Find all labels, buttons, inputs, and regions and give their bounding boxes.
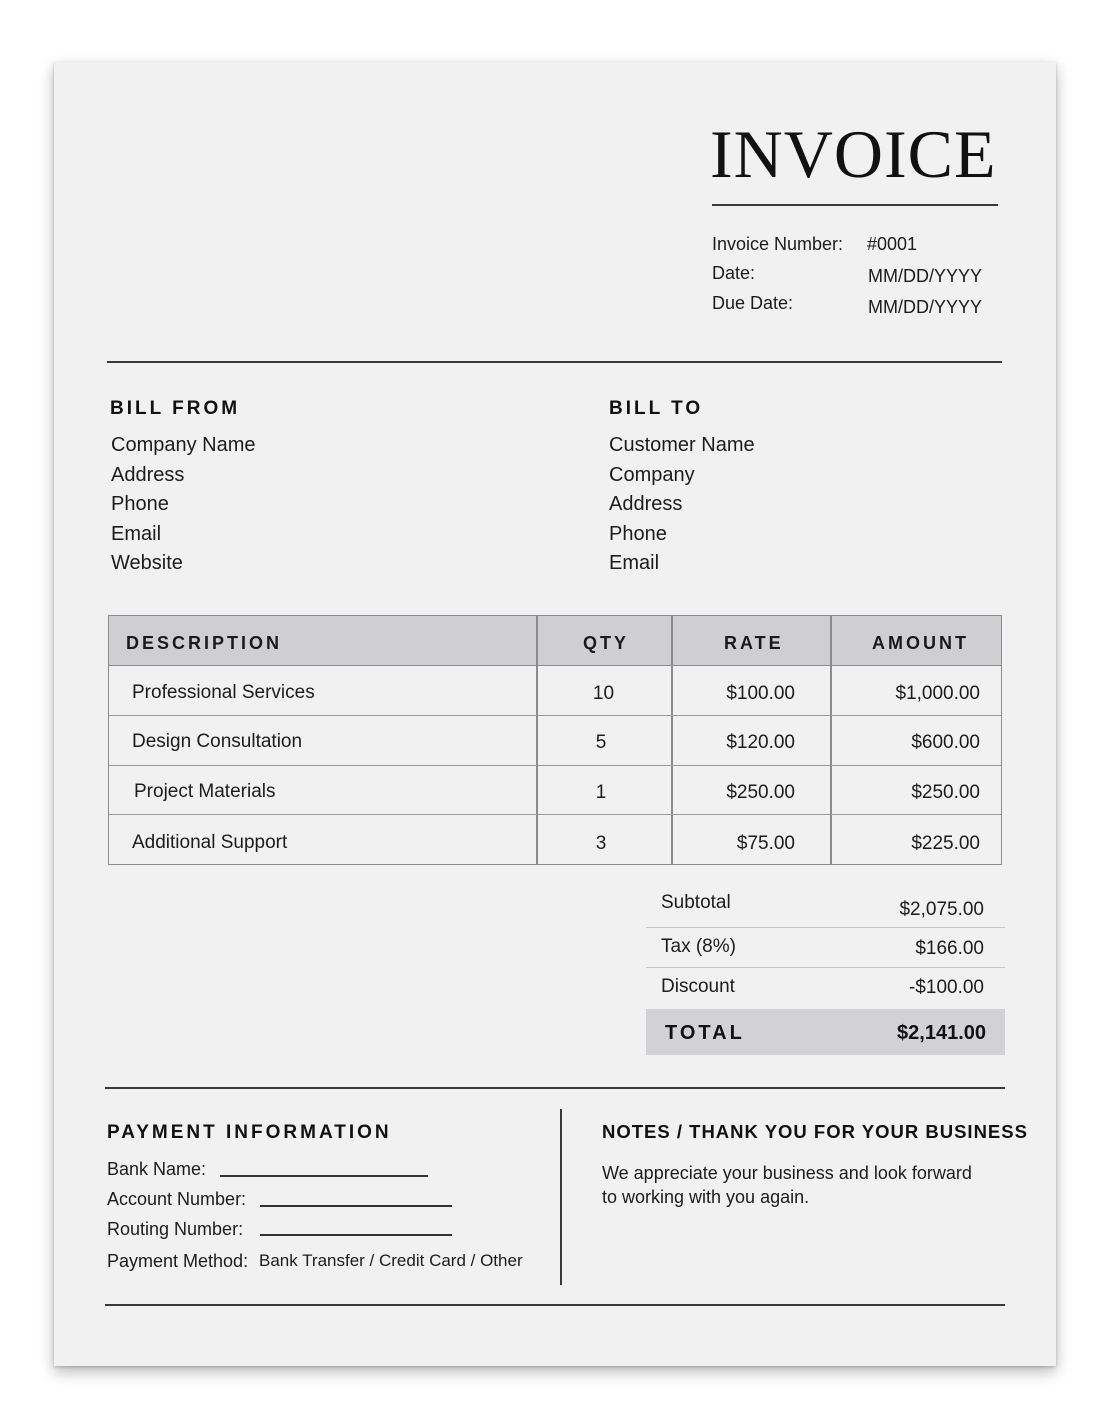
item-description: Design Consultation <box>132 731 303 752</box>
item-qty: 10 <box>592 683 615 704</box>
row-divider <box>109 814 1001 815</box>
bill-from-line: Phone <box>111 493 169 515</box>
due-date-label: Due Date: <box>712 293 794 313</box>
column-header-amount: AMOUNT <box>872 633 969 653</box>
bill-to-line: Email <box>609 552 660 574</box>
item-amount: $1,000.00 <box>895 683 980 704</box>
bill-from-line: Address <box>111 463 185 486</box>
bill-to-line: Customer Name <box>609 434 755 456</box>
routing-number-blank <box>260 1234 452 1236</box>
bank-name-label: Bank Name: <box>107 1159 207 1179</box>
bill-from-line: Email <box>111 522 162 545</box>
line-items-table: DESCRIPTION QTY RATE AMOUNT Professional… <box>108 615 1002 865</box>
item-rate: $100.00 <box>726 683 795 704</box>
totals-divider <box>646 927 1005 928</box>
header-divider <box>107 361 1002 363</box>
invoice-title: INVOICE <box>710 116 997 192</box>
total-label: TOTAL <box>665 1022 745 1044</box>
total-row: TOTAL $2,141.00 <box>646 1009 1005 1055</box>
totals-divider <box>646 967 1005 968</box>
bill-from-line: Website <box>111 552 183 574</box>
bank-name-blank <box>220 1175 428 1177</box>
date-label: Date: <box>712 263 756 283</box>
item-qty: 1 <box>595 782 607 803</box>
date-value: MM/DD/YYYY <box>868 266 983 286</box>
notes-line: We appreciate your business and look for… <box>602 1163 972 1183</box>
bill-to-line: Phone <box>609 522 667 545</box>
account-number-blank <box>260 1205 452 1207</box>
total-value: $2,141.00 <box>897 1022 986 1044</box>
invoice-paper: INVOICE Invoice Number: #0001 Date: MM/D… <box>54 62 1056 1366</box>
payment-method-options: Bank Transfer / Credit Card / Other <box>259 1251 523 1270</box>
footer-column-divider <box>560 1109 562 1285</box>
footer-top-divider <box>105 1087 1005 1089</box>
payment-method-label: Payment Method: <box>107 1251 249 1271</box>
notes-line: to working with you again. <box>602 1187 810 1207</box>
item-rate: $75.00 <box>736 833 795 854</box>
item-amount: $225.00 <box>911 833 980 854</box>
notes-heading: NOTES / THANK YOU FOR YOUR BUSINESS <box>602 1121 1028 1142</box>
column-header-rate: RATE <box>724 633 784 653</box>
item-description: Additional Support <box>132 832 288 853</box>
item-description: Professional Services <box>132 682 315 703</box>
item-amount: $600.00 <box>911 732 980 753</box>
routing-number-label: Routing Number: <box>107 1219 244 1239</box>
subtotal-label: Subtotal <box>661 892 731 913</box>
subtotal-value: $2,075.00 <box>899 899 984 920</box>
footer-bottom-divider <box>105 1304 1005 1306</box>
table-header-row: DESCRIPTION QTY RATE AMOUNT <box>109 616 1001 666</box>
item-qty: 3 <box>595 833 607 854</box>
discount-label: Discount <box>661 976 735 997</box>
row-divider <box>109 765 1001 766</box>
item-rate: $120.00 <box>726 732 795 753</box>
bill-from-line: Company Name <box>111 434 256 456</box>
account-number-label: Account Number: <box>107 1189 247 1209</box>
bill-from-heading: BILL FROM <box>110 398 241 419</box>
item-amount: $250.00 <box>911 782 980 803</box>
payment-information-heading: PAYMENT INFORMATION <box>107 1122 392 1143</box>
tax-value: $166.00 <box>915 938 984 959</box>
bill-to-line: Company <box>609 463 695 486</box>
bill-to-heading: BILL TO <box>609 398 704 419</box>
bill-from-block: Company Name Address Phone Email Website <box>111 431 256 579</box>
column-header-description: DESCRIPTION <box>126 633 283 653</box>
due-date-value: MM/DD/YYYY <box>868 297 983 317</box>
bill-to-line: Address <box>609 493 683 515</box>
discount-value: -$100.00 <box>908 977 984 998</box>
item-rate: $250.00 <box>726 782 795 803</box>
tax-label: Tax (8%) <box>661 936 736 957</box>
item-description: Project Materials <box>134 781 276 802</box>
column-header-qty: QTY <box>583 633 630 653</box>
title-underline <box>712 204 998 206</box>
invoice-number-value: #0001 <box>867 234 918 254</box>
invoice-number-label: Invoice Number: <box>712 234 844 254</box>
bill-to-block: Customer Name Company Address Phone Emai… <box>609 431 755 579</box>
row-divider <box>109 715 1001 716</box>
item-qty: 5 <box>595 732 607 753</box>
notes-body: We appreciate your business and look for… <box>602 1161 972 1209</box>
